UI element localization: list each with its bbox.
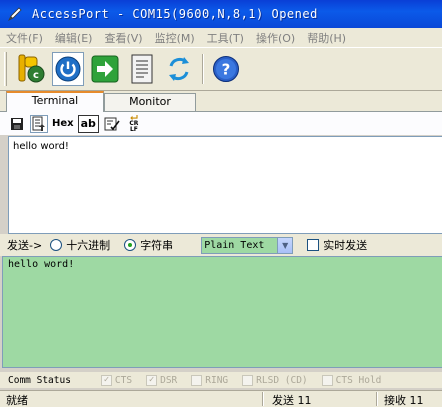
radio-string[interactable]: 字符串 <box>124 237 173 253</box>
radio-string-dot[interactable] <box>124 239 137 251</box>
realtime-send-label: 实时发送 <box>323 239 368 252</box>
signal-dsr-label: DSR <box>160 374 178 386</box>
check-icon: ✓ <box>100 374 112 386</box>
menu-file[interactable]: 文件(F) <box>6 30 43 46</box>
menu-edit[interactable]: 编辑(E) <box>55 30 93 46</box>
status-divider <box>262 392 264 406</box>
forward-button[interactable] <box>89 52 121 86</box>
signal-ring-label: RING <box>205 374 229 386</box>
check-icon: ✓ <box>146 374 158 386</box>
toolbar-grip[interactable] <box>4 52 7 86</box>
signal-rlsd-label: RLSD (CD) <box>256 374 308 386</box>
signal-ring: RING <box>191 374 229 386</box>
title-bar: AccessPort - COM15(9600,N,8,1) Opened <box>0 0 442 28</box>
floppy-disk-icon <box>11 117 23 130</box>
tab-strip: Terminal Monitor <box>0 91 442 112</box>
signal-cts-hold: CTS Hold <box>321 374 382 386</box>
power-icon <box>55 56 81 82</box>
auto-scroll-button[interactable] <box>30 114 48 133</box>
format-value: Plain Text <box>204 239 265 251</box>
terminal-toolbar: Hex ab CR LF <box>0 111 442 135</box>
document-button[interactable] <box>126 52 158 86</box>
realtime-send-box[interactable] <box>307 239 320 251</box>
tab-terminal[interactable]: Terminal <box>6 91 104 112</box>
send-label: 发送-> <box>7 239 43 252</box>
format-dropdown[interactable]: Plain Text ▼ <box>201 236 294 254</box>
received-text: hello word! <box>13 141 69 152</box>
toolbar-separator <box>202 54 204 84</box>
edit-check-icon <box>104 117 120 130</box>
radio-hex[interactable]: 十六进制 <box>50 237 110 253</box>
send-options-bar: 发送-> 十六进制 字符串 Plain Text ▼ 实时发送 <box>0 234 442 256</box>
signal-rlsd-box <box>242 374 254 386</box>
connect-port-icon: c <box>18 54 45 83</box>
menu-monitor[interactable]: 监控(M) <box>155 30 195 46</box>
status-received: 接收 11 <box>384 394 424 407</box>
menu-bar: 文件(F) 编辑(E) 查看(V) 监控(M) 工具(T) 操作(O) 帮助(H… <box>0 28 442 47</box>
signal-cts-label: CTS <box>114 374 133 386</box>
radio-string-label: 字符串 <box>140 239 174 252</box>
save-button[interactable] <box>8 115 26 133</box>
help-icon: ? <box>213 56 239 82</box>
main-toolbar: c ? <box>0 47 442 91</box>
svg-text:?: ? <box>222 61 231 79</box>
forward-arrow-icon <box>91 55 119 83</box>
signal-rlsd: RLSD (CD) <box>242 374 308 386</box>
send-area[interactable]: hello word! <box>2 256 442 368</box>
edit-check-button[interactable] <box>103 115 121 133</box>
radio-hex-label: 十六进制 <box>66 239 111 252</box>
menu-view[interactable]: 查看(V) <box>104 30 142 46</box>
signal-cts-hold-box <box>321 374 333 386</box>
receive-area[interactable]: hello word! <box>8 136 442 234</box>
send-text: hello word! <box>8 259 75 270</box>
menu-tools[interactable]: 工具(T) <box>207 30 244 46</box>
signal-dsr: ✓ DSR <box>146 374 178 386</box>
comm-status-label: Comm Status <box>8 374 71 386</box>
status-divider <box>376 392 378 406</box>
crlf-label-lf: LF <box>129 125 138 133</box>
scroll-page-icon <box>32 116 45 131</box>
hex-button[interactable]: Hex <box>52 115 74 133</box>
menu-operate[interactable]: 操作(O) <box>256 30 295 46</box>
status-state: 就绪 <box>6 394 28 407</box>
power-button[interactable] <box>52 52 84 86</box>
window-title: AccessPort - COM15(9600,N,8,1) Opened <box>32 7 318 21</box>
comm-status-row: Comm Status ✓ CTS ✓ DSR RING RLSD (CD) C… <box>0 372 442 388</box>
help-button[interactable]: ? <box>210 52 242 86</box>
crlf-button[interactable]: CR LF <box>125 114 143 133</box>
app-pen-icon <box>6 5 24 23</box>
signal-cts-hold-label: CTS Hold <box>335 374 382 386</box>
tab-monitor[interactable]: Monitor <box>104 93 196 111</box>
status-bar: 就绪 发送 11 接收 11 <box>0 390 442 407</box>
realtime-send-checkbox[interactable]: 实时发送 <box>307 237 367 253</box>
radio-hex-dot[interactable] <box>50 239 63 251</box>
signal-ring-box <box>191 374 203 386</box>
menu-help[interactable]: 帮助(H) <box>307 30 346 46</box>
signal-cts: ✓ CTS <box>100 374 133 386</box>
refresh-button[interactable] <box>163 52 195 86</box>
refresh-icon <box>169 57 189 81</box>
text-mode-button[interactable]: ab <box>77 114 99 133</box>
svg-text:c: c <box>33 70 39 81</box>
connect-port-button[interactable]: c <box>15 52 47 86</box>
status-sent: 发送 11 <box>272 394 312 407</box>
chevron-down-icon[interactable]: ▼ <box>277 237 293 253</box>
document-icon <box>131 54 153 84</box>
